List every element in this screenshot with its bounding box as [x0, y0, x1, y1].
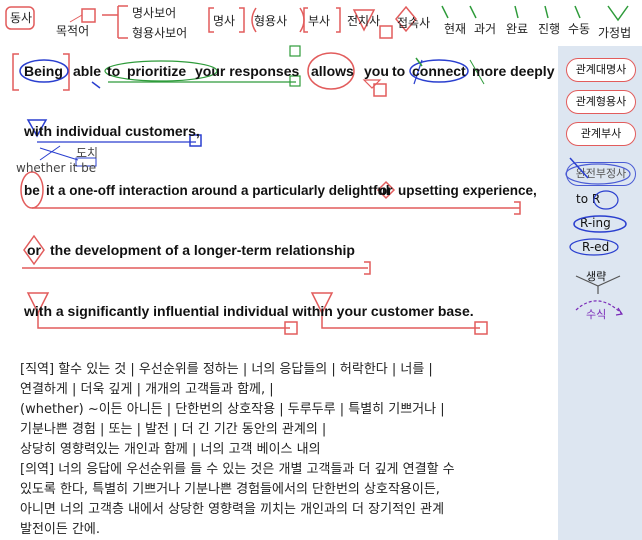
word-or-1: or — [379, 183, 393, 198]
literal-translation-line: [직역] 할수 있는 것 | 우선순위를 정하는 | 너의 응답들의 | 허락한… — [20, 362, 433, 377]
object-you-square — [373, 83, 387, 97]
word-connect: connect — [412, 63, 466, 79]
word-prioritize: prioritize — [127, 63, 187, 79]
inserted-whether-it-be: whether it be — [16, 161, 97, 175]
sentence-line-2: with individual customers, — [24, 123, 200, 139]
sentence-line-3: it a one-off interaction around a partic… — [46, 183, 390, 198]
object-marker-green — [289, 45, 301, 57]
sentence-line-4: the development of a longer-term relatio… — [50, 242, 355, 258]
free-translation-line: 아니면 너의 고객층 내에서 상당한 영향력을 끼치는 개인과의 더 장기적인 … — [20, 502, 445, 517]
sidebar-marks — [565, 157, 631, 316]
word-your-responses: your responses — [195, 63, 300, 79]
legend-subjunctive: 가정법 — [598, 26, 632, 40]
literal-translation-line: 연결하게 | 더욱 깊게 | 개개의 고객들과 함께, | — [20, 382, 274, 397]
subject-open-bracket — [12, 53, 19, 91]
word-more-deeply: more deeply — [472, 63, 555, 79]
word-allows: allows — [311, 63, 354, 79]
literal-translation-line: 상당히 영향력있는 개인과 함께 | 너의 고객 베이스 내의 — [20, 442, 321, 457]
sentence-line-5: with a significantly influential individ… — [24, 303, 474, 319]
annotation-sidebar: 관계대명사 관계형용사 관계부사 완전부정사 to R R-ing R-ed 생… — [558, 46, 642, 540]
word-to-1: to — [107, 63, 121, 79]
free-translation-line: 발전이든 간에. — [20, 522, 101, 537]
word-you: you — [364, 63, 389, 79]
inversion-label: 도치 — [76, 146, 99, 160]
sentence-line-3-end: upsetting experience, — [398, 183, 537, 198]
literal-translation-line: 기분나쁜 경험 | 또는 | 발전 | 더 긴 기간 동안의 관계의 | — [20, 422, 327, 437]
legend-passive: 수동 — [568, 22, 591, 36]
word-to-2: to — [392, 63, 406, 79]
word-being: Being — [24, 63, 63, 79]
word-or-2: or — [27, 242, 41, 258]
word-be: be — [24, 183, 40, 198]
free-translation-line: 있도록 한다, 특별히 기쁘거나 기분나쁜 경험들에서의 단한번의 상호작용이든… — [20, 482, 440, 497]
translation-block: [직역] 할수 있는 것 | 우선순위를 정하는 | 너의 응답들의 | 허락한… — [20, 360, 555, 540]
free-translation-line: [의역] 너의 응답에 우선순위를 들 수 있는 것은 개별 고객들과 더 깊게… — [20, 462, 455, 477]
word-able: able — [73, 63, 102, 79]
literal-translation-line: (whether) ~이든 아니든 | 단한번의 상호작용 | 두루두루 | 특… — [20, 402, 445, 417]
